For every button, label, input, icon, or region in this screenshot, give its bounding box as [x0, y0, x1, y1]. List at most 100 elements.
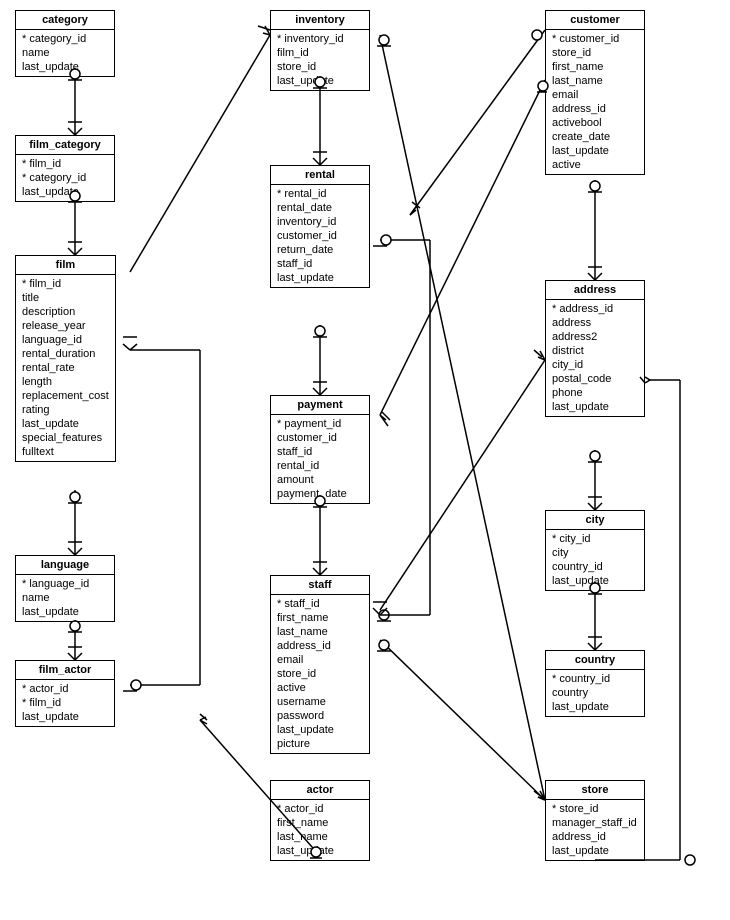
field-customer-first_name: first_name — [552, 60, 638, 74]
entity-body-customer: * customer_idstore_idfirst_namelast_name… — [546, 30, 644, 174]
entity-body-actor: * actor_idfirst_namelast_namelast_update — [271, 800, 369, 860]
field-city-__city_id: * city_id — [552, 532, 638, 546]
entity-header-film: film — [16, 256, 115, 275]
field-address-city_id: city_id — [552, 358, 638, 372]
field-inventory-film_id: film_id — [277, 46, 363, 60]
field-rental-staff_id: staff_id — [277, 257, 363, 271]
entity-customer: customer* customer_idstore_idfirst_namel… — [545, 10, 645, 175]
field-film_category-__film_id: * film_id — [22, 157, 108, 171]
entity-film_category: film_category * film_id* category_idlast_… — [15, 135, 115, 202]
field-address-address2: address2 — [552, 330, 638, 344]
field-staff-password: password — [277, 709, 363, 723]
field-customer-active: active — [552, 158, 638, 172]
field-payment-__payment_id: * payment_id — [277, 417, 363, 431]
field-address-postal_code: postal_code — [552, 372, 638, 386]
entity-store: store* store_idmanager_staff_idaddress_i… — [545, 780, 645, 861]
entity-payment: payment* payment_idcustomer_idstaff_idre… — [270, 395, 370, 504]
field-film-rating: rating — [22, 403, 109, 417]
field-category-__category_id: * category_id — [22, 32, 108, 46]
field-actor-last_update: last_update — [277, 844, 363, 858]
entity-film: film* film_idtitledescriptionrelease_yea… — [15, 255, 116, 462]
field-country-last_update: last_update — [552, 700, 638, 714]
field-customer-last_name: last_name — [552, 74, 638, 88]
field-language-__language_id: * language_id — [22, 577, 108, 591]
field-store-manager_staff_id: manager_staff_id — [552, 816, 638, 830]
field-staff-store_id: store_id — [277, 667, 363, 681]
field-store-last_update: last_update — [552, 844, 638, 858]
entity-header-country: country — [546, 651, 644, 670]
field-inventory-last_update: last_update — [277, 74, 363, 88]
field-film_actor-__film_id: * film_id — [22, 696, 108, 710]
field-address-__address_id: * address_id — [552, 302, 638, 316]
field-film-title: title — [22, 291, 109, 305]
entity-header-store: store — [546, 781, 644, 800]
field-address-district: district — [552, 344, 638, 358]
field-payment-rental_id: rental_id — [277, 459, 363, 473]
field-film_category-last_update: last_update — [22, 185, 108, 199]
field-rental-last_update: last_update — [277, 271, 363, 285]
field-staff-active: active — [277, 681, 363, 695]
field-country-__country_id: * country_id — [552, 672, 638, 686]
field-language-last_update: last_update — [22, 605, 108, 619]
field-customer-last_update: last_update — [552, 144, 638, 158]
entity-body-category: * category_idnamelast_update — [16, 30, 114, 76]
field-customer-email: email — [552, 88, 638, 102]
field-film-description: description — [22, 305, 109, 319]
entity-header-address: address — [546, 281, 644, 300]
entity-header-language: language — [16, 556, 114, 575]
entity-language: language* language_idnamelast_update — [15, 555, 115, 622]
field-film-length: length — [22, 375, 109, 389]
field-rental-inventory_id: inventory_id — [277, 215, 363, 229]
field-film-release_year: release_year — [22, 319, 109, 333]
field-rental-rental_date: rental_date — [277, 201, 363, 215]
field-film_actor-__actor_id: * actor_id — [22, 682, 108, 696]
field-film-language_id: language_id — [22, 333, 109, 347]
field-customer-create_date: create_date — [552, 130, 638, 144]
entity-body-language: * language_idnamelast_update — [16, 575, 114, 621]
field-inventory-__inventory_id: * inventory_id — [277, 32, 363, 46]
entity-rental: rental* rental_idrental_dateinventory_id… — [270, 165, 370, 288]
field-actor-last_name: last_name — [277, 830, 363, 844]
entity-body-address: * address_idaddressaddress2districtcity_… — [546, 300, 644, 416]
field-film-fulltext: fulltext — [22, 445, 109, 459]
entity-body-film: * film_idtitledescriptionrelease_yearlan… — [16, 275, 115, 461]
field-staff-username: username — [277, 695, 363, 709]
entity-body-payment: * payment_idcustomer_idstaff_idrental_id… — [271, 415, 369, 503]
field-payment-customer_id: customer_id — [277, 431, 363, 445]
field-film-__film_id: * film_id — [22, 277, 109, 291]
entity-body-store: * store_idmanager_staff_idaddress_idlast… — [546, 800, 644, 860]
field-actor-first_name: first_name — [277, 816, 363, 830]
field-film-rental_duration: rental_duration — [22, 347, 109, 361]
entity-body-rental: * rental_idrental_dateinventory_idcustom… — [271, 185, 369, 287]
entity-header-customer: customer — [546, 11, 644, 30]
entity-body-country: * country_idcountrylast_update — [546, 670, 644, 716]
entity-header-film_category: film_category — [16, 136, 114, 155]
entity-film_actor: film_actor* actor_id* film_idlast_update — [15, 660, 115, 727]
entity-body-city: * city_idcitycountry_idlast_update — [546, 530, 644, 590]
entity-header-actor: actor — [271, 781, 369, 800]
entity-address: address* address_idaddressaddress2distri… — [545, 280, 645, 417]
field-film-rental_rate: rental_rate — [22, 361, 109, 375]
field-address-last_update: last_update — [552, 400, 638, 414]
field-inventory-store_id: store_id — [277, 60, 363, 74]
field-film_category-__category_id: * category_id — [22, 171, 108, 185]
field-city-last_update: last_update — [552, 574, 638, 588]
field-film-replacement_cost: replacement_cost — [22, 389, 109, 403]
entity-header-payment: payment — [271, 396, 369, 415]
field-staff-address_id: address_id — [277, 639, 363, 653]
field-rental-__rental_id: * rental_id — [277, 187, 363, 201]
field-customer-store_id: store_id — [552, 46, 638, 60]
erd-diagram: category* category_idnamelast_updatefilm… — [0, 0, 730, 920]
entity-header-inventory: inventory — [271, 11, 369, 30]
field-address-address: address — [552, 316, 638, 330]
field-category-last_update: last_update — [22, 60, 108, 74]
field-staff-last_name: last_name — [277, 625, 363, 639]
field-city-country_id: country_id — [552, 560, 638, 574]
field-staff-first_name: first_name — [277, 611, 363, 625]
entity-header-staff: staff — [271, 576, 369, 595]
field-language-name: name — [22, 591, 108, 605]
field-customer-__customer_id: * customer_id — [552, 32, 638, 46]
entity-country: country* country_idcountrylast_update — [545, 650, 645, 717]
entity-body-staff: * staff_idfirst_namelast_nameaddress_ide… — [271, 595, 369, 753]
entity-inventory: inventory * inventory_idfilm_idstore_idla… — [270, 10, 370, 91]
